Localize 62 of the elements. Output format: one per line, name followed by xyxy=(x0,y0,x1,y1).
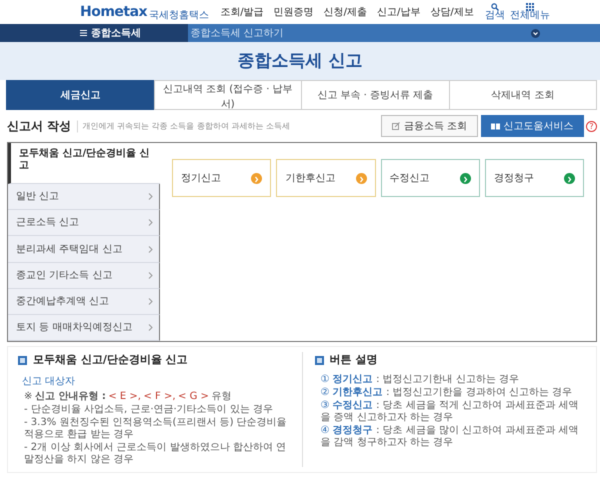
info-text: - 단순경비율 사업소득, 근로·연금·기타소득이 있는 경우 xyxy=(24,404,274,416)
menu-item[interactable]: 중간예납추계액 신고 xyxy=(8,288,160,315)
type-label: < F >, xyxy=(143,390,176,402)
menu-icon xyxy=(80,30,87,36)
info-text: - 2개 이상 회사에서 근로소득이 발생하였으나 합산하여 연말정산을 하지 않은 경우 xyxy=(24,442,288,466)
tab[interactable]: 세금신고 xyxy=(6,80,154,110)
nav-link[interactable]: 조회/발급 xyxy=(220,4,264,20)
legend-text: ① 정기신고 : 법정신고기한내 신고하는 경우 xyxy=(320,374,520,386)
info-title: 모두채움 신고/단순경비율 신고 xyxy=(33,352,188,368)
grid-icon xyxy=(526,3,534,11)
logo[interactable]: Hometax xyxy=(80,2,148,22)
edit-icon xyxy=(392,122,400,130)
legend-title: 버튼 설명 xyxy=(330,352,378,368)
nav-link[interactable]: 신고/납부 xyxy=(377,4,420,20)
breadcrumb[interactable]: 종합소득세 신고하기 xyxy=(190,26,284,40)
chevron-icon xyxy=(148,246,153,253)
tab[interactable]: 신고 부속 · 증빙서류 제출 xyxy=(301,80,450,110)
menu-item[interactable]: 근로소득 신고 xyxy=(8,210,160,236)
menu-item[interactable]: 모두채움 신고/단순경비율 신고 xyxy=(8,143,160,184)
nav-link[interactable]: 신청/제출 xyxy=(324,4,368,20)
expand-icon[interactable] xyxy=(531,28,540,38)
type-label: < E >, xyxy=(108,390,141,402)
section-title: 신고서 작성 xyxy=(7,118,72,135)
chevron-icon xyxy=(148,324,153,331)
legend-text: ③ 수정신고 : 당초 세금을 적게 신고하여 과세표준과 세액을 증액 신고하고자 하는 경우 xyxy=(320,400,580,424)
option-button[interactable]: 정기신고 xyxy=(172,159,272,197)
menu-item[interactable]: 일반 신고 xyxy=(8,184,160,210)
tab[interactable]: 삭제내역 조회 xyxy=(448,80,597,110)
menu-item[interactable]: 종교인 기타소득 신고 xyxy=(8,262,160,289)
menu-item[interactable]: 분리과세 주택임대 신고 xyxy=(8,236,160,263)
type-label: < G > xyxy=(178,390,209,402)
chevron-icon xyxy=(148,272,153,279)
option-button[interactable]: 수정신고 xyxy=(380,159,480,197)
location-menu[interactable]: 종합소득세 xyxy=(80,26,188,40)
info-text: - 3.3% 원천징수된 인적용역소득(프리랜서 등) 단순경비율 적용으로 환급 받는 경우 xyxy=(24,416,288,440)
help-service-button[interactable]: 신고도움서비스 xyxy=(480,115,584,137)
option-button[interactable]: 기한후신고 xyxy=(276,159,376,197)
menu-item[interactable]: 토지 등 매매차익예정신고 xyxy=(8,314,160,342)
nav-link[interactable]: 상담/제보 xyxy=(430,4,474,20)
chevron-icon xyxy=(148,193,153,200)
legend-text: ④ 경정청구 : 당초 세금을 많이 신고하여 과세표준과 세액을 감액 청구하고자 하는 경우 xyxy=(320,424,580,448)
tab[interactable]: 신고내역 조회 (접수증 · 납부서) xyxy=(154,80,302,110)
section-description: 개인에게 귀속되는 각종 소득을 종합하여 과세하는 소득세 xyxy=(77,120,290,132)
book-icon xyxy=(490,122,500,130)
legend-text: ② 기한후신고 : 법정신고기한을 경과하여 신고하는 경우 xyxy=(320,386,574,398)
chevron-icon xyxy=(148,298,153,305)
logo-subtitle: 국세청홈택스 xyxy=(149,8,210,22)
info-subtitle: 신고 대상자 xyxy=(22,374,76,388)
square-icon xyxy=(18,356,27,365)
square-icon xyxy=(314,356,324,365)
chevron-icon xyxy=(148,219,153,226)
nav-link[interactable]: 민원증명 xyxy=(274,4,314,20)
search-button[interactable]: 검색 xyxy=(485,3,505,21)
note-mark: ※ xyxy=(24,390,32,402)
search-icon xyxy=(491,3,499,11)
page-title: 종합소득세 신고 xyxy=(238,50,362,72)
financial-income-button[interactable]: 금융소득 조회 xyxy=(380,115,478,137)
note-suffix: 유형 xyxy=(211,390,232,402)
note-label: 신고 안내유형 : xyxy=(34,390,106,402)
option-button[interactable]: 경정청구 xyxy=(484,159,584,197)
all-menu-button[interactable]: 전체메뉴 xyxy=(510,3,550,21)
help-icon[interactable]: ? xyxy=(586,120,597,132)
